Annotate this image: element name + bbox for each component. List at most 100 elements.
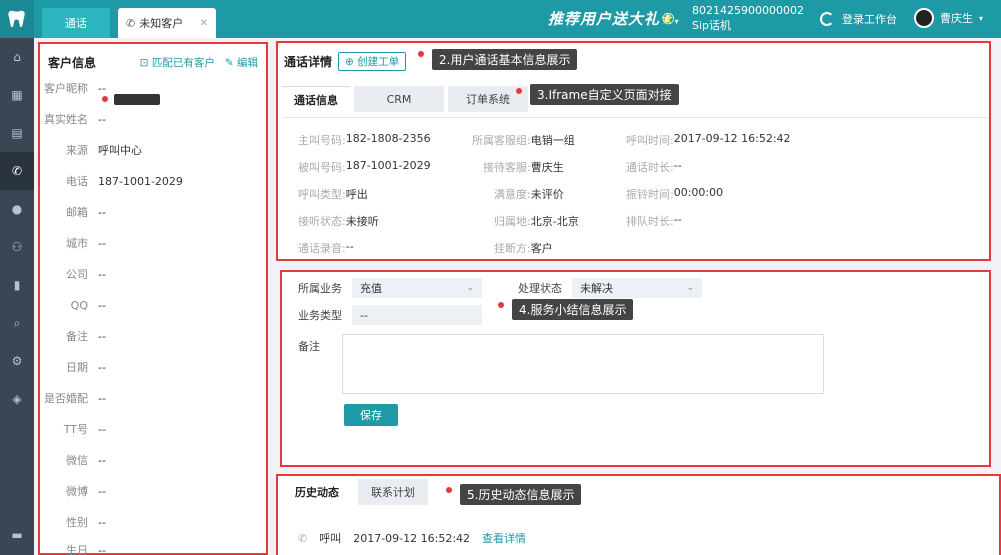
chart-icon[interactable]: ▮: [0, 266, 34, 304]
field-weibo[interactable]: 微博 --: [40, 481, 266, 501]
history-type: 呼叫: [319, 532, 342, 545]
phone-nav-icon[interactable]: ✆: [0, 152, 34, 190]
info-call-time: 呼叫时间: 2017-09-12 16:52:42: [626, 132, 791, 148]
document-icon[interactable]: ▤: [0, 114, 34, 152]
field-birthday[interactable]: 生日 --: [40, 540, 266, 555]
sip-label: Sip话机: [692, 19, 732, 32]
tab-contact-plan[interactable]: 联系计划: [358, 479, 428, 505]
annotation-dot: [498, 302, 504, 308]
field-label: 客户昵称: [44, 82, 88, 95]
info-value: 2017-09-12 16:52:42: [673, 132, 791, 145]
chevron-down-icon: ⌄: [466, 283, 474, 293]
field-value: --: [98, 236, 106, 250]
field-qq[interactable]: QQ --: [40, 295, 266, 315]
field-value: --: [98, 391, 106, 405]
field-value: --: [98, 298, 106, 312]
info-caller: 主叫号码: 182-1808-2356: [298, 132, 431, 148]
save-button[interactable]: 保存: [344, 404, 398, 426]
field-gender[interactable]: 性别 --: [40, 512, 266, 532]
users-icon[interactable]: ⚇: [0, 228, 34, 266]
field-value: --: [98, 267, 106, 281]
sip-phone-icon[interactable]: ✆▾: [662, 10, 679, 28]
user-menu[interactable]: 曹庆生 ▾: [914, 8, 983, 28]
field-company[interactable]: 公司 --: [40, 264, 266, 284]
history-tabs: 历史动态 联系计划: [282, 479, 428, 505]
type-value: --: [360, 308, 368, 322]
tab-call-info[interactable]: 通话信息: [282, 86, 350, 112]
status-select[interactable]: 未解决 ⌄: [572, 278, 702, 298]
field-nickname[interactable]: 客户昵称 --: [40, 78, 266, 98]
type-label: 业务类型: [298, 309, 342, 322]
info-value: 电销一组: [530, 134, 575, 147]
create-order-button[interactable]: ⊕ 创建工单: [338, 52, 407, 71]
call-details-section: 通话详情 ⊕ 创建工单 2.用户通话基本信息展示 通话信息 CRM 订单系统 3…: [276, 41, 991, 261]
info-key: 振铃时间:: [626, 188, 674, 201]
field-note[interactable]: 备注 --: [40, 326, 266, 346]
close-icon[interactable]: ✕: [200, 18, 208, 29]
note-textarea[interactable]: [342, 334, 824, 394]
info-callee: 被叫号码: 187-1001-2029: [298, 159, 431, 175]
match-customer-button[interactable]: ⊡ 匹配已有客户: [140, 55, 215, 70]
type-row: 业务类型 --: [298, 305, 482, 325]
business-select[interactable]: 充值 ⌄: [352, 278, 482, 298]
field-label: 微博: [66, 485, 88, 498]
info-queue-time: 排队时长: --: [626, 213, 682, 229]
field-value: --: [98, 112, 106, 126]
field-value: --: [98, 484, 106, 498]
user-icon[interactable]: ●: [0, 190, 34, 228]
info-value: 未接听: [345, 215, 379, 228]
info-key: 归属地:: [494, 215, 531, 228]
promo-banner[interactable]: 推荐用户送大礼★: [548, 8, 675, 29]
view-details-link[interactable]: 查看详情: [482, 530, 526, 546]
tab-call-label: 通话: [65, 17, 87, 30]
shield-icon[interactable]: ◈: [0, 380, 34, 418]
field-married[interactable]: 是否婚配 --: [40, 388, 266, 408]
field-label: 公司: [66, 268, 88, 281]
info-group: 所属客服组: 电销一组: [472, 132, 575, 148]
info-value: --: [673, 159, 682, 172]
search-icon[interactable]: ⌕: [0, 304, 34, 342]
field-value: --: [98, 360, 106, 374]
field-real-name[interactable]: 真实姓名 --: [40, 109, 266, 129]
annotation-summary: 4.服务小结信息展示: [512, 299, 634, 320]
info-key: 主叫号码:: [298, 134, 346, 147]
home-icon[interactable]: ⌂: [0, 38, 34, 76]
tab-call[interactable]: 通话: [42, 8, 110, 38]
field-label: 城市: [66, 237, 88, 250]
chat-icon[interactable]: ▬: [0, 516, 34, 554]
field-email[interactable]: 邮箱 --: [40, 202, 266, 222]
field-source[interactable]: 来源 呼叫中心: [40, 140, 266, 160]
field-tt[interactable]: TT号 --: [40, 419, 266, 439]
login-workbench-button[interactable]: 登录工作台: [820, 11, 897, 27]
type-input[interactable]: --: [352, 305, 482, 325]
call-tabs: 通话信息 CRM 订单系统: [282, 86, 528, 112]
login-label: 登录工作台: [842, 13, 897, 26]
field-date[interactable]: 日期 --: [40, 357, 266, 377]
annotation-basic: 2.用户通话基本信息展示: [432, 49, 578, 70]
field-phone[interactable]: 电话 187-1001-2029: [40, 171, 266, 191]
app-logo[interactable]: [0, 0, 34, 38]
tab-crm[interactable]: CRM: [354, 86, 444, 112]
grid-icon[interactable]: ▦: [0, 76, 34, 114]
avatar: [914, 8, 934, 28]
field-city[interactable]: 城市 --: [40, 233, 266, 253]
field-wechat[interactable]: 微信 --: [40, 450, 266, 470]
annotation-dot: [446, 487, 452, 493]
tab-customer[interactable]: ✆ 未知客户 ✕: [118, 8, 216, 38]
field-label: 生日: [66, 544, 88, 555]
tab-history[interactable]: 历史动态: [282, 479, 352, 505]
info-recording: 通话录音: --: [298, 240, 354, 256]
edit-button[interactable]: ✎ 编辑: [225, 55, 258, 70]
note-row: 备注: [298, 338, 330, 354]
status-value: 未解决: [580, 282, 613, 295]
gear-icon[interactable]: ⚙: [0, 342, 34, 380]
chevron-down-icon: ▾: [979, 13, 984, 23]
field-value: 187-1001-2029: [98, 174, 183, 188]
info-answer-status: 接听状态: 未接听: [298, 213, 379, 229]
info-ring-time: 振铃时间: 00:00:00: [626, 186, 723, 202]
match-label: 匹配已有客户: [151, 57, 215, 69]
annotation-history: 5.历史动态信息展示: [460, 484, 582, 505]
history-entry: ✆ 呼叫 2017-09-12 16:52:42 查看详情: [298, 530, 526, 546]
status-label: 处理状态: [518, 282, 562, 295]
info-call-type: 呼叫类型: 呼出: [298, 186, 368, 202]
